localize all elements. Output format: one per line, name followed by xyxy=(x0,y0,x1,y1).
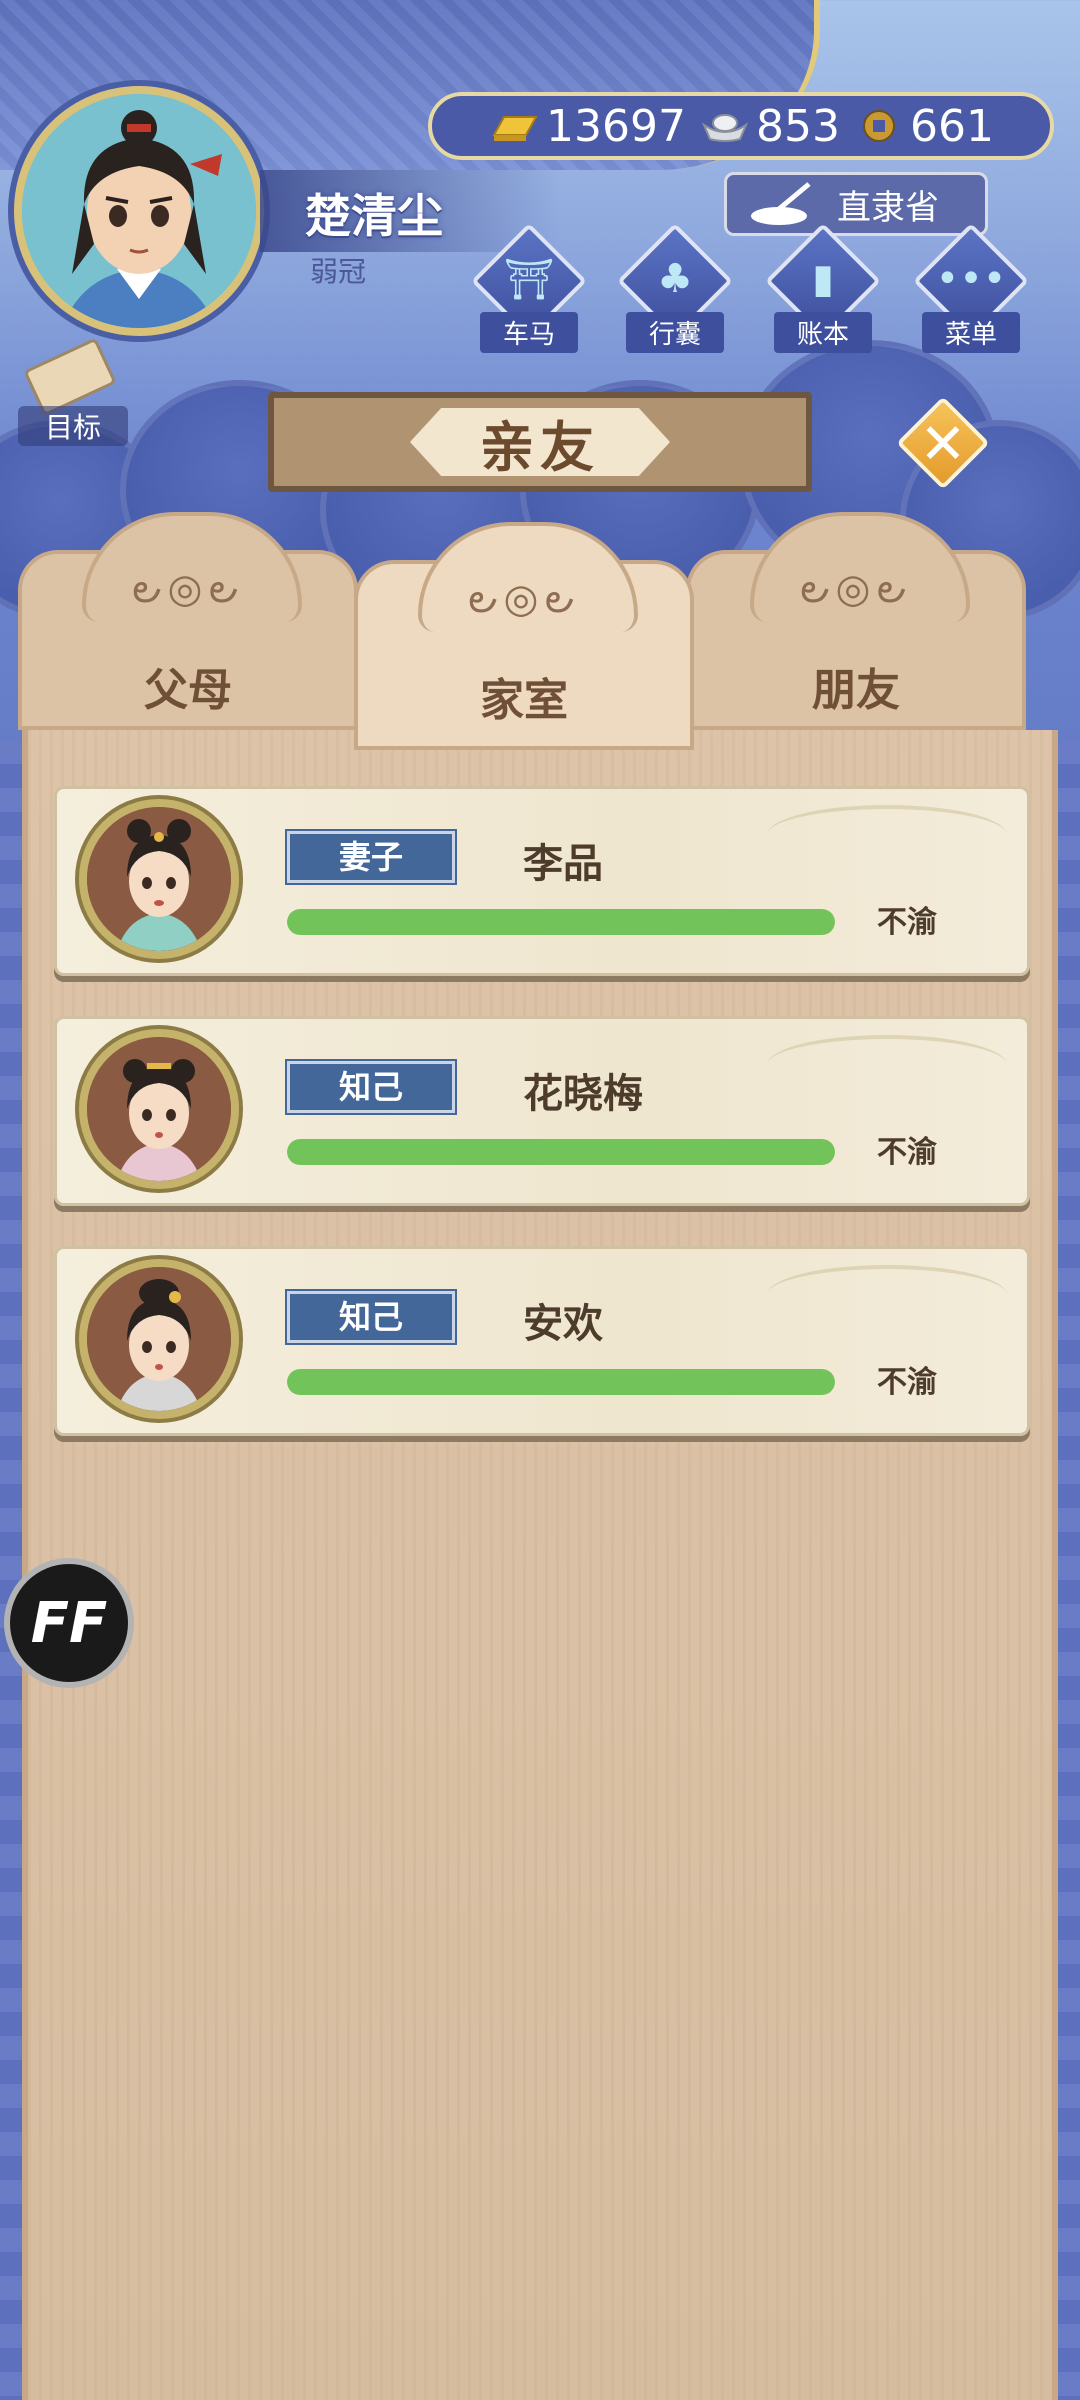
coin-value: 661 xyxy=(909,100,994,152)
ledger-icon: ▮ xyxy=(811,256,834,302)
affinity-bar-fill xyxy=(287,1139,835,1165)
relation-portrait xyxy=(79,1029,239,1189)
cloud-swirl-icon: ౿◎౿ xyxy=(467,576,581,622)
nav-bag-button[interactable]: ♣ 行囊 xyxy=(617,223,733,353)
silver-value: 853 xyxy=(755,100,840,152)
relation-tag: 妻子 xyxy=(285,829,457,885)
nav-menu-label: 菜单 xyxy=(922,312,1020,353)
affinity-bar xyxy=(287,909,835,935)
bag-icon: ♣ xyxy=(657,256,693,302)
province-button[interactable]: 直隶省 xyxy=(724,172,988,236)
relations-panel: 妻子 李品 不渝 知己 花晓梅 不渝 知己 安欢 不渝 xyxy=(22,730,1058,2400)
fast-forward-label: FF xyxy=(30,1590,108,1656)
nav-ledger-label: 账本 xyxy=(774,312,872,353)
relation-portrait xyxy=(79,1259,239,1419)
menu-dots-icon: ••• xyxy=(935,256,1007,302)
player-title: 弱冠 xyxy=(310,255,367,288)
relation-name: 花晓梅 xyxy=(523,1071,643,1117)
tab-family-label: 家室 xyxy=(480,675,568,726)
silver-ingot-icon xyxy=(701,114,749,142)
wave-decoration xyxy=(767,1265,1007,1325)
banner-title: 亲友 xyxy=(480,415,600,479)
gold-value: 13697 xyxy=(546,100,686,152)
player-name: 楚清尘 xyxy=(305,189,443,243)
tab-family[interactable]: ౿◎౿ 家室 xyxy=(354,522,694,750)
close-icon: ✕ xyxy=(919,412,967,477)
tab-friends-label: 朋友 xyxy=(812,665,900,716)
wave-decoration xyxy=(767,805,1007,865)
gold-ingot-icon xyxy=(492,116,538,141)
province-label: 直隶省 xyxy=(837,187,939,228)
tab-friends[interactable]: ౿◎౿ 朋友 xyxy=(686,512,1026,730)
currency-bar: 13697 853 661 xyxy=(428,92,1054,160)
nav-menu-button[interactable]: ••• 菜单 xyxy=(913,223,1029,353)
woman-portrait-icon xyxy=(87,1267,231,1411)
tab-parents-label: 父母 xyxy=(144,665,232,716)
silver-counter: 853 xyxy=(700,101,840,152)
cloud-swirl-icon: ౿◎౿ xyxy=(799,566,913,612)
wave-decoration xyxy=(767,1035,1007,1095)
affinity-bar xyxy=(287,1369,835,1395)
relation-status: 不渝 xyxy=(877,905,937,940)
player-face-icon xyxy=(22,94,256,328)
affinity-bar-fill xyxy=(287,909,835,935)
relation-card[interactable]: 知己 花晓梅 不渝 xyxy=(54,1016,1030,1206)
nav-ledger-button[interactable]: ▮ 账本 xyxy=(765,223,881,353)
coin-counter: 661 xyxy=(854,101,994,152)
player-avatar[interactable] xyxy=(14,86,264,336)
relation-name: 安欢 xyxy=(523,1301,603,1347)
relation-status: 不渝 xyxy=(877,1365,937,1400)
relation-card[interactable]: 妻子 李品 不渝 xyxy=(54,786,1030,976)
fast-forward-button[interactable]: FF xyxy=(4,1558,134,1688)
tab-parents[interactable]: ౿◎౿ 父母 xyxy=(18,512,358,730)
left-border xyxy=(0,740,22,2400)
relation-tag: 知己 xyxy=(285,1059,457,1115)
relation-card[interactable]: 知己 安欢 不渝 xyxy=(54,1246,1030,1436)
woman-portrait-icon xyxy=(87,807,231,951)
goal-label: 目标 xyxy=(18,406,128,446)
brush-inkstone-icon xyxy=(751,182,811,225)
cloud-swirl-icon: ౿◎౿ xyxy=(131,566,245,612)
gold-counter: 13697 xyxy=(490,101,686,152)
nav-bag-label: 行囊 xyxy=(626,312,724,353)
woman-portrait-icon xyxy=(87,1037,231,1181)
nav-carriage-button[interactable]: ⛩ 车马 xyxy=(471,223,587,353)
scroll-icon xyxy=(23,337,117,417)
copper-coin-icon xyxy=(862,110,895,142)
relation-portrait xyxy=(79,799,239,959)
nav-carriage-label: 车马 xyxy=(480,312,578,353)
affinity-bar xyxy=(287,1139,835,1165)
relation-name: 李品 xyxy=(523,841,603,887)
goal-button[interactable]: 目标 xyxy=(18,337,128,452)
relation-status: 不渝 xyxy=(877,1135,937,1170)
affinity-bar-fill xyxy=(287,1369,835,1395)
carriage-icon: ⛩ xyxy=(503,257,555,303)
title-banner: 亲友 xyxy=(268,392,812,492)
relation-tag: 知己 xyxy=(285,1289,457,1345)
close-button[interactable]: ✕ xyxy=(896,396,990,490)
right-border xyxy=(1058,740,1080,2400)
